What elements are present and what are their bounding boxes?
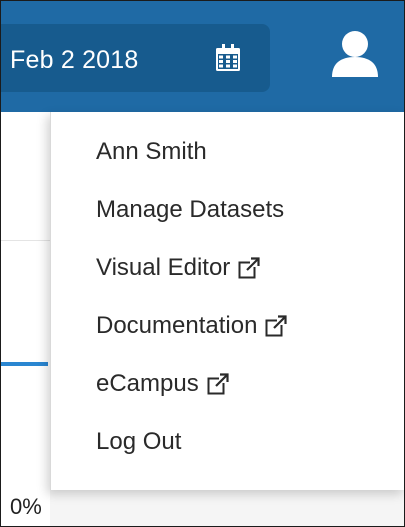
- menu-item-ecampus[interactable]: eCampus: [96, 370, 229, 398]
- background-panel: [50, 490, 405, 527]
- menu-item-label: Manage Datasets: [96, 196, 285, 223]
- menu-item-visual-editor[interactable]: Visual Editor: [96, 254, 261, 282]
- external-link-icon: [265, 315, 288, 337]
- top-navigation-bar: Feb 2 2018: [0, 0, 405, 112]
- menu-item-label: eCampus: [96, 370, 199, 397]
- menu-item-label: Visual Editor: [96, 254, 231, 281]
- menu-item-label: Documentation: [96, 312, 258, 339]
- background-divider: [0, 240, 50, 241]
- menu-item-manage-datasets[interactable]: Manage Datasets: [96, 196, 284, 224]
- menu-item-label: Log Out: [96, 428, 182, 455]
- date-picker-button[interactable]: Feb 2 2018: [0, 24, 270, 92]
- calendar-icon[interactable]: [215, 44, 241, 72]
- external-link-icon: [207, 373, 229, 395]
- menu-user-name: Ann Smith: [96, 138, 207, 166]
- menu-item-log-out[interactable]: Log Out: [96, 428, 181, 456]
- external-link-icon: [238, 257, 261, 279]
- user-name-label: Ann Smith: [96, 138, 207, 165]
- menu-item-documentation[interactable]: Documentation: [96, 312, 288, 340]
- user-dropdown-menu: Ann Smith Manage Datasets Visual Editor …: [50, 112, 405, 490]
- percent-value: 0%: [10, 494, 42, 519]
- user-icon[interactable]: [330, 30, 380, 78]
- current-date: Feb 2 2018: [10, 46, 139, 74]
- progress-indicator: [0, 362, 48, 366]
